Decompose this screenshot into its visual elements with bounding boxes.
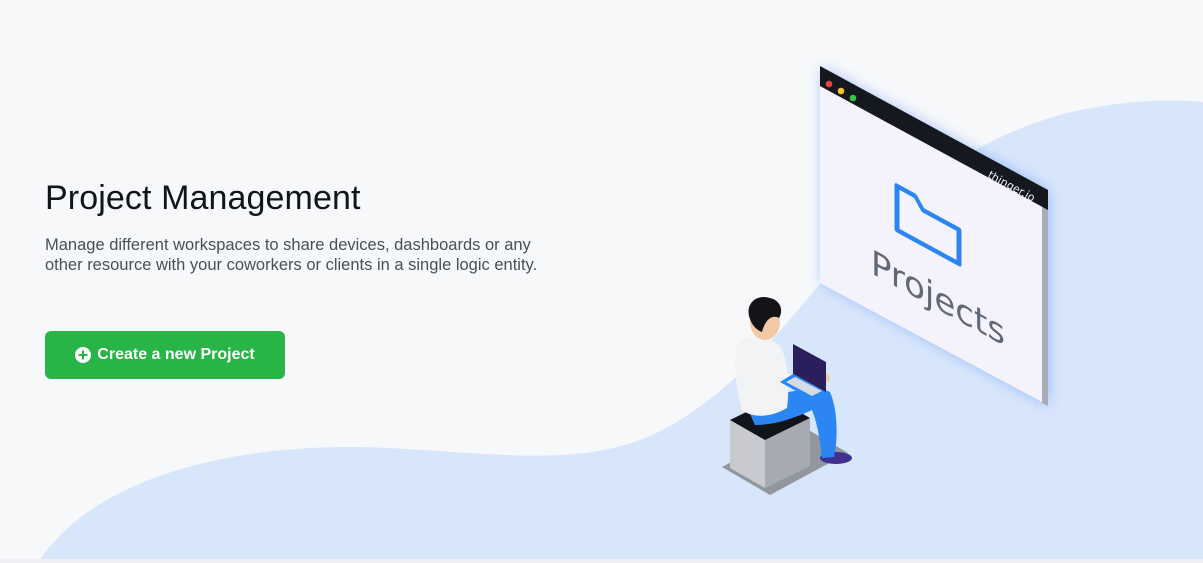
project-management-page: Project Management Manage different work…	[0, 0, 1203, 563]
page-title: Project Management	[45, 179, 361, 217]
window-maximize-dot	[849, 94, 857, 102]
create-project-button[interactable]: Create a new Project	[45, 331, 285, 379]
hero-text: Project Management Manage different work…	[45, 178, 565, 275]
window-close-dot	[825, 80, 833, 88]
plus-circle-icon	[75, 347, 92, 363]
page-description: Manage different workspaces to share dev…	[45, 236, 538, 274]
projects-illustration: thinger.io Projects	[722, 66, 1048, 495]
window-side	[1042, 205, 1048, 406]
create-project-button-label: Create a new Project	[97, 346, 255, 363]
window-minimize-dot	[837, 87, 845, 95]
bottom-divider	[0, 559, 1203, 563]
